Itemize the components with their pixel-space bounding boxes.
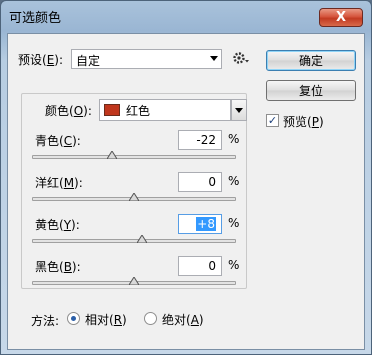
dialog-title: 可选颜色 — [9, 11, 62, 26]
colors-value: 红色 — [126, 104, 151, 118]
magenta-slider-thumb[interactable] — [129, 193, 139, 201]
preset-dropdown[interactable]: 自定 — [71, 49, 222, 69]
absolute-radio[interactable] — [144, 312, 157, 325]
colors-dropdown-button[interactable] — [231, 99, 247, 121]
black-slider-thumb[interactable] — [129, 277, 139, 285]
reset-button[interactable]: 复位 — [266, 80, 356, 101]
black-input[interactable]: 0 — [178, 256, 222, 276]
yellow-slider-thumb[interactable] — [137, 235, 148, 243]
title-bar[interactable]: 可选颜色 X — [1, 1, 371, 29]
ok-button[interactable]: 确定 — [266, 50, 356, 71]
chevron-down-icon — [235, 108, 243, 113]
preset-options-gear-icon[interactable] — [232, 49, 250, 67]
dialog-body: 预设(E): 自定 确定 复位 ✓ 预览(P) 颜色(O): 红色 青色(C):… — [7, 33, 365, 350]
cyan-slider-track[interactable] — [32, 155, 236, 159]
yellow-percent: % — [228, 216, 240, 230]
absolute-label[interactable]: 绝对(A) — [162, 311, 204, 328]
cyan-slider-thumb[interactable] — [106, 151, 117, 159]
cyan-input[interactable]: -22 — [178, 130, 222, 150]
magenta-input[interactable]: 0 — [178, 172, 222, 192]
selective-color-dialog: 可选颜色 X 预设(E): 自定 确定 复位 ✓ 预览(P) 颜色(O): 红色… — [0, 0, 372, 355]
colors-label: 颜色(O): — [45, 104, 92, 118]
method-label: 方法: — [31, 314, 60, 328]
black-label: 黑色(B): — [35, 260, 81, 274]
chevron-down-icon — [210, 56, 218, 61]
colors-dropdown[interactable]: 红色 — [99, 99, 231, 121]
cyan-label: 青色(C): — [35, 134, 81, 148]
close-button[interactable]: X — [319, 8, 363, 27]
relative-label[interactable]: 相对(R) — [85, 311, 127, 328]
close-icon: X — [335, 10, 347, 25]
check-icon: ✓ — [267, 114, 278, 127]
cyan-percent: % — [228, 132, 240, 146]
preset-value: 自定 — [76, 54, 101, 68]
magenta-label: 洋红(M): — [35, 176, 83, 190]
relative-radio[interactable] — [67, 312, 80, 325]
color-swatch — [104, 104, 120, 116]
yellow-input[interactable]: +8 — [178, 214, 222, 234]
preview-label[interactable]: 预览(P) — [283, 113, 324, 130]
preset-label: 预设(E): — [18, 53, 64, 67]
black-percent: % — [228, 258, 240, 272]
yellow-slider-track[interactable] — [32, 239, 236, 243]
preview-checkbox[interactable]: ✓ — [266, 114, 279, 127]
magenta-percent: % — [228, 174, 240, 188]
yellow-label: 黄色(Y): — [35, 218, 80, 232]
colors-group: 颜色(O): 红色 青色(C): -22 % 洋红(M): 0 % 黄色(Y):… — [21, 93, 247, 289]
